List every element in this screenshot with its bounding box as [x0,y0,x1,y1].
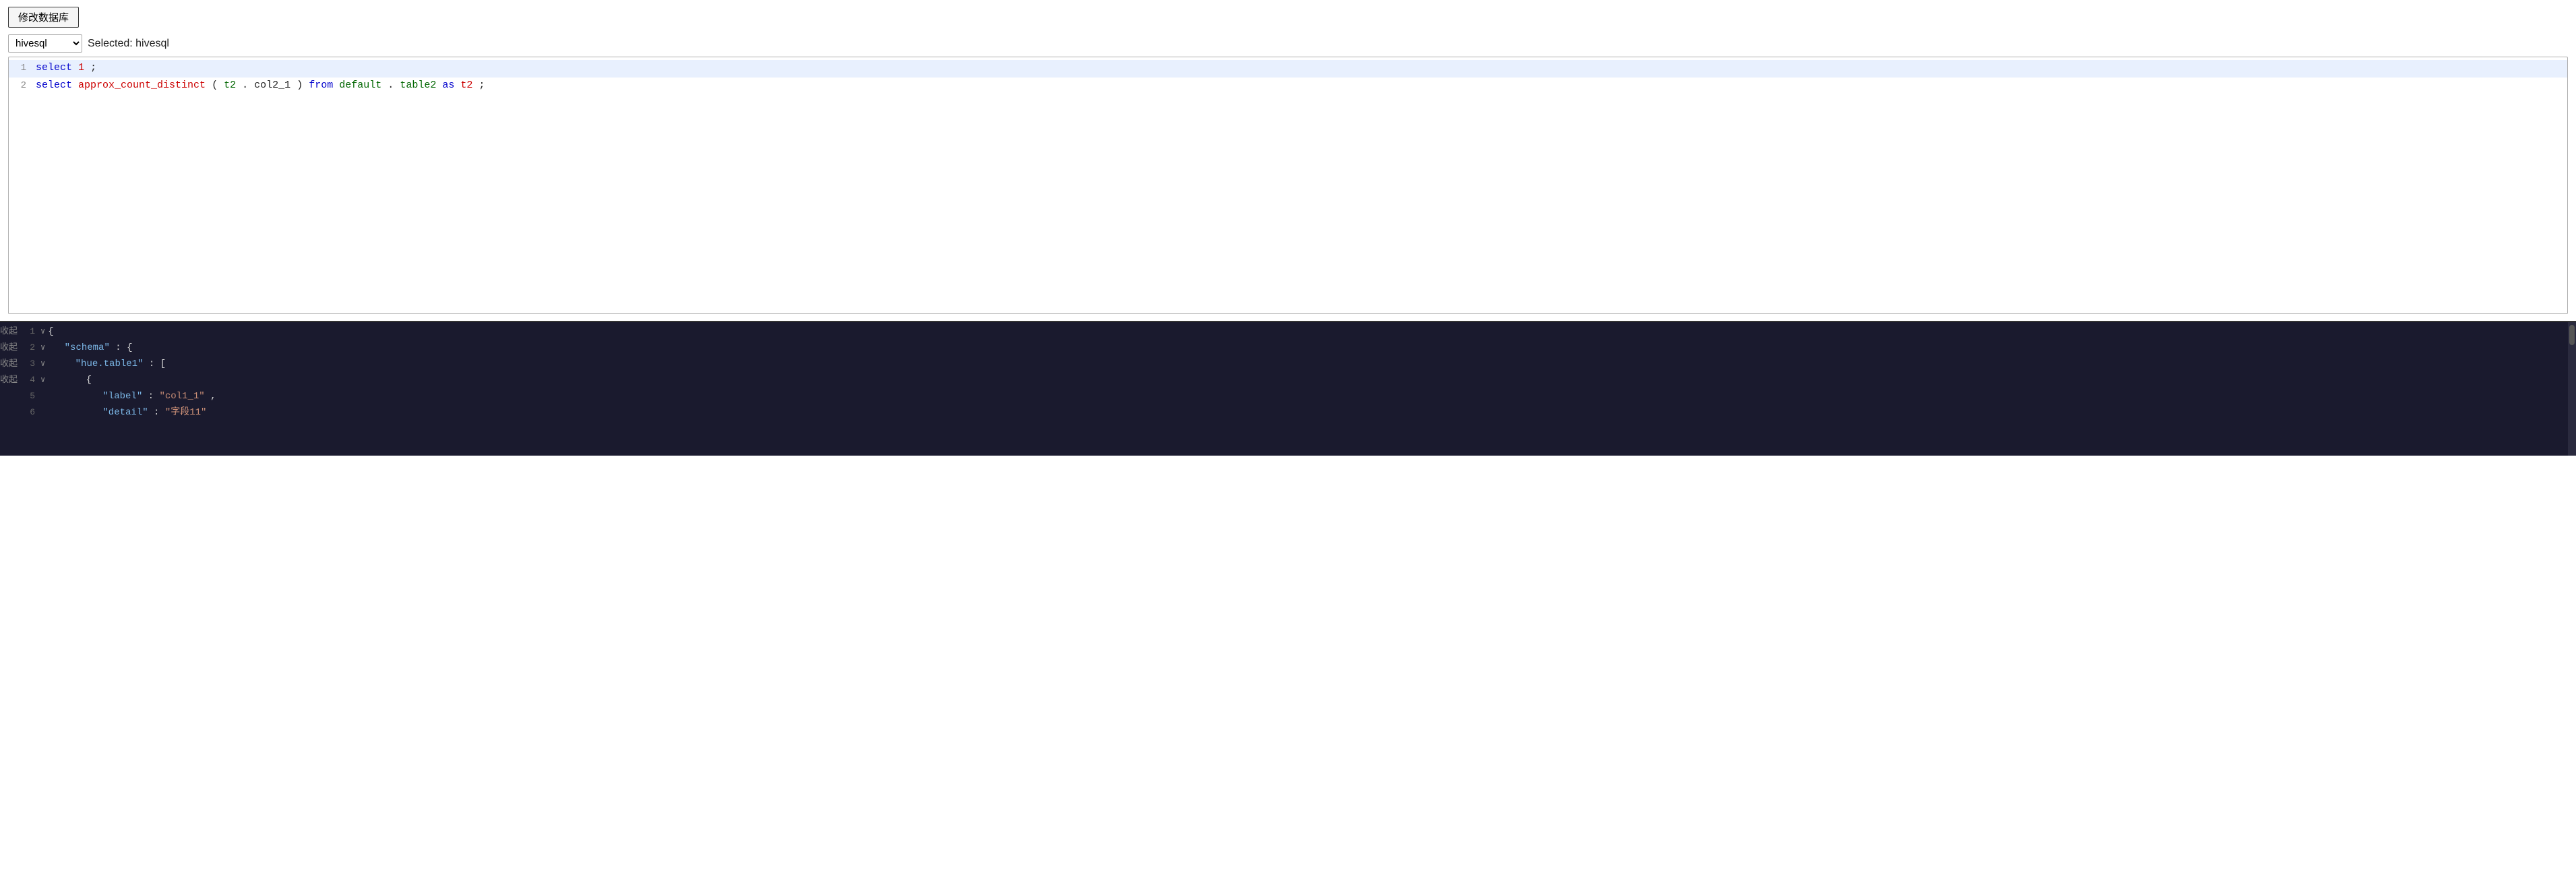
scrollbar-thumb [2569,325,2575,345]
collapse-6 [0,406,19,419]
json-content-1: { [48,325,2576,340]
j-brace-open-4: { [86,375,92,386]
j-colon-6: : [154,407,165,418]
j-key-schema: "schema" [65,342,110,353]
tbl-t2: t2 [224,80,236,91]
selected-label: Selected: hivesql [88,38,169,50]
code-line-1: 1 select 1 ; [9,60,2567,78]
json-editor: 收起 1 ∨ { 收起 2 ∨ "schema" : { 收起 3 ∨ "hue… [0,322,2576,425]
scrollbar[interactable] [2568,322,2576,456]
j-comma-5: , [210,391,216,402]
json-num-2: 2 [22,341,40,355]
j-colon-5: : [148,391,160,402]
collapse-5 [0,390,19,403]
j-str-col1-1: "col1_1" [159,391,204,402]
collapse-1[interactable]: 收起 [0,325,19,338]
json-content-3: "hue.table1" : [ [48,357,2576,372]
json-line-2: 收起 2 ∨ "schema" : { [0,341,2576,357]
plain-dot2: . [388,80,394,91]
code-line-2: 2 select approx_count_distinct ( t2 . co… [9,78,2567,95]
plain-dot: . [242,80,248,91]
json-line-3: 收起 3 ∨ "hue.table1" : [ [0,357,2576,373]
bottom-panel: 收起 1 ∨ { 收起 2 ∨ "schema" : { 收起 3 ∨ "hue… [0,321,2576,456]
chevron-3: ∨ [40,358,45,371]
line-num-1: 1 [9,61,33,75]
json-num-1: 1 [22,325,40,338]
json-line-4: 收起 4 ∨ { [0,373,2576,390]
num-1: 1 [78,62,84,73]
json-content-4: { [48,373,2576,388]
kw-select-1: select [36,62,72,73]
collapse-3[interactable]: 收起 [0,357,19,371]
tbl-table2: table2 [400,80,436,91]
json-content-6: "detail" : "字段11" [54,406,2576,421]
line-content-2: select approx_count_distinct ( t2 . col2… [33,78,2567,94]
editor-area[interactable]: 1 select 1 ; 2 select approx_count_disti… [8,57,2568,314]
plain-col: col2_1 [254,80,290,91]
json-content-2: "schema" : { [48,341,2576,356]
chevron-1: ∨ [40,326,45,338]
json-num-3: 3 [22,357,40,371]
plain-semi2: ; [479,80,485,91]
json-content-5: "label" : "col1_1" , [54,390,2576,404]
chevron-4: ∨ [40,374,45,387]
line-num-2: 2 [9,78,33,93]
kw-select-2: select [36,80,72,91]
j-colon-3: : [ [149,359,166,369]
json-num-4: 4 [22,373,40,387]
j-key-detail: "detail" [102,407,148,418]
json-num-6: 6 [22,406,40,419]
plain-paren-close: ) [297,80,303,91]
plain-paren-open: ( [212,80,218,91]
collapse-4[interactable]: 收起 [0,373,19,387]
db-select[interactable]: hivesql mysql spark [8,34,82,53]
line-content-1: select 1 ; [33,60,2567,76]
top-section: 修改数据库 hivesql mysql spark Selected: hive… [0,0,2576,321]
json-line-6: 6 "detail" : "字段11" [0,406,2576,422]
alias-t2: t2 [460,80,472,91]
collapse-2[interactable]: 收起 [0,341,19,355]
modify-db-button[interactable]: 修改数据库 [8,7,79,28]
selector-row: hivesql mysql spark Selected: hivesql [8,34,2568,53]
json-line-5: 5 "label" : "col1_1" , [0,390,2576,406]
fn-approx: approx_count_distinct [78,80,206,91]
j-str-field11: "字段11" [165,407,207,418]
chevron-2: ∨ [40,342,45,355]
tbl-default: default [339,80,381,91]
plain-semi-1: ; [90,62,96,73]
kw-from: from [309,80,333,91]
json-num-5: 5 [22,390,40,403]
j-colon-2: : { [115,342,132,353]
j-key-label: "label" [102,391,142,402]
json-line-1: 收起 1 ∨ { [0,325,2576,341]
code-editor: 1 select 1 ; 2 select approx_count_disti… [9,57,2567,313]
j-key-hue-table1: "hue.table1" [75,359,144,369]
kw-as: as [442,80,454,91]
